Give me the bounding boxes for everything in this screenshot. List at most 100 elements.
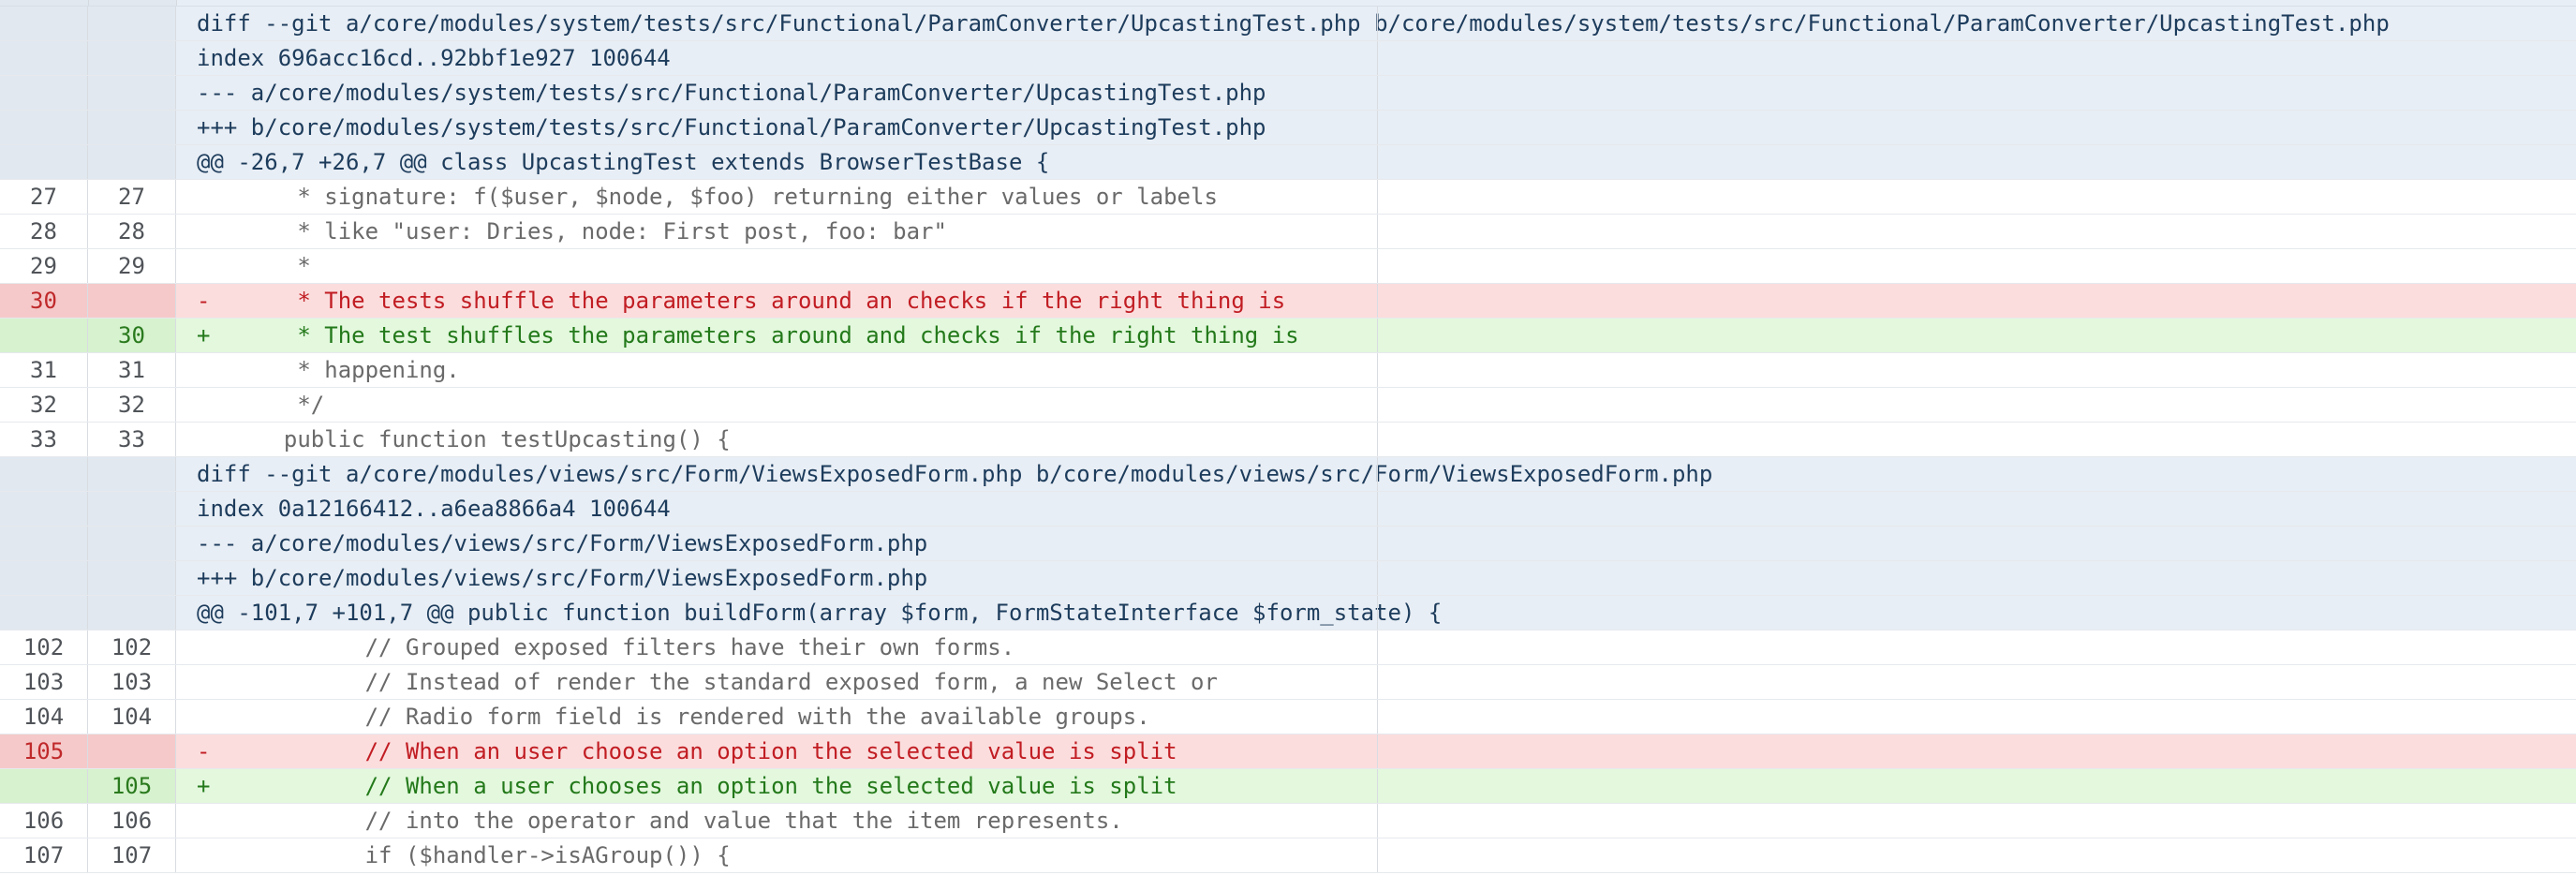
diff-line-context[interactable]: 104 104 // Radio form field is rendered w…	[0, 700, 2576, 734]
diff-line-add[interactable]: 105 + // When a user chooses an option th…	[0, 769, 2576, 804]
line-text: public function testUpcasting() {	[257, 426, 731, 452]
new-line-number	[88, 41, 176, 75]
old-line-number: 30	[0, 284, 88, 318]
new-line-number	[88, 76, 176, 110]
change-marker: +	[197, 773, 211, 799]
new-line-number	[88, 457, 176, 491]
column-divider	[1377, 457, 1378, 491]
new-line-number: 107	[88, 838, 176, 872]
diff-line-context[interactable]: 33 33 public function testUpcasting() {	[0, 423, 2576, 457]
line-text: // Radio form field is rendered with the…	[257, 704, 1150, 730]
new-line-number	[88, 734, 176, 768]
old-line-number	[0, 527, 88, 560]
old-line-number	[0, 7, 88, 40]
diff-line-header[interactable]: @@ -101,7 +101,7 @@ public function buil…	[0, 596, 2576, 630]
new-line-number: 104	[88, 700, 176, 734]
line-text: +++ b/core/modules/system/tests/src/Func…	[197, 114, 1266, 141]
diff-line-header[interactable]: index 696acc16cd..92bbf1e927 100644	[0, 41, 2576, 76]
line-content: if ($handler->isAGroup()) {	[176, 838, 2576, 872]
new-line-number	[88, 561, 176, 595]
diff-line-add[interactable]: 30 + * The test shuffles the parameters a…	[0, 319, 2576, 353]
line-text: * like "user: Dries, node: First post, f…	[257, 218, 947, 245]
new-line-number: 106	[88, 804, 176, 838]
line-text: // into the operator and value that the …	[257, 808, 1123, 834]
column-divider	[1377, 388, 1378, 422]
old-line-number: 103	[0, 665, 88, 699]
line-content: --- a/core/modules/views/src/Form/ViewsE…	[176, 527, 2576, 560]
diff-line-header[interactable]: diff --git a/core/modules/views/src/Form…	[0, 457, 2576, 492]
line-content: * signature: f($user, $node, $foo) retur…	[176, 180, 2576, 214]
old-line-number: 29	[0, 249, 88, 283]
new-line-number	[88, 527, 176, 560]
diff-line-header[interactable]: +++ b/core/modules/system/tests/src/Func…	[0, 111, 2576, 145]
new-line-number: 32	[88, 388, 176, 422]
line-text: diff --git a/core/modules/system/tests/s…	[197, 10, 2390, 37]
diff-line-header[interactable]: @@ -26,7 +26,7 @@ class UpcastingTest ex…	[0, 145, 2576, 180]
column-divider	[1377, 41, 1378, 75]
diff-line-context[interactable]: 32 32 */	[0, 388, 2576, 423]
old-line-number: 32	[0, 388, 88, 422]
old-line-number: 106	[0, 804, 88, 838]
line-text: *	[257, 253, 311, 279]
diff-line-context[interactable]: 102 102 // Grouped exposed filters have t…	[0, 630, 2576, 665]
new-line-number: 105	[88, 769, 176, 803]
diff-line-header[interactable]: --- a/core/modules/system/tests/src/Func…	[0, 76, 2576, 111]
diff-line-context[interactable]: 27 27 * signature: f($user, $node, $foo) …	[0, 180, 2576, 215]
column-divider	[1377, 630, 1378, 664]
old-line-number: 107	[0, 838, 88, 872]
line-text: if ($handler->isAGroup()) {	[257, 842, 731, 868]
line-content: // Radio form field is rendered with the…	[176, 700, 2576, 734]
new-line-number: 29	[88, 249, 176, 283]
line-text: +++ b/core/modules/views/src/Form/ViewsE…	[197, 565, 928, 591]
diff-line-context[interactable]: 28 28 * like "user: Dries, node: First po…	[0, 215, 2576, 249]
diff-view: diff --git a/core/modules/system/tests/s…	[0, 0, 2576, 890]
new-line-number	[88, 492, 176, 526]
column-divider	[1377, 7, 1378, 40]
line-content: diff --git a/core/modules/system/tests/s…	[176, 7, 2576, 40]
column-divider	[1377, 769, 1378, 803]
diff-line-header[interactable]: +++ b/core/modules/views/src/Form/ViewsE…	[0, 561, 2576, 596]
new-line-number: 30	[88, 319, 176, 352]
line-text: --- a/core/modules/views/src/Form/ViewsE…	[197, 530, 928, 556]
column-divider	[1377, 700, 1378, 734]
diff-line-header[interactable]: index 0a12166412..a6ea8866a4 100644	[0, 492, 2576, 527]
diff-rows: diff --git a/core/modules/system/tests/s…	[0, 7, 2576, 873]
line-content: + // When a user chooses an option the s…	[176, 769, 2576, 803]
diff-line-context[interactable]: 107 107 if ($handler->isAGroup()) {	[0, 838, 2576, 873]
diff-line-context[interactable]: 103 103 // Instead of render the standard…	[0, 665, 2576, 700]
new-line-number	[88, 111, 176, 144]
column-divider	[1377, 804, 1378, 838]
gutter-new-cap	[89, 0, 177, 6]
line-content: --- a/core/modules/system/tests/src/Func…	[176, 76, 2576, 110]
diff-line-context[interactable]: 31 31 * happening.	[0, 353, 2576, 388]
line-text: * happening.	[257, 357, 460, 383]
line-text: * signature: f($user, $node, $foo) retur…	[257, 184, 1218, 210]
line-content: public function testUpcasting() {	[176, 423, 2576, 456]
line-text: index 696acc16cd..92bbf1e927 100644	[197, 45, 671, 71]
diff-line-context[interactable]: 29 29 *	[0, 249, 2576, 284]
new-line-number: 103	[88, 665, 176, 699]
column-divider	[1377, 111, 1378, 144]
line-content: */	[176, 388, 2576, 422]
line-text: // When a user chooses an option the sel…	[257, 773, 1177, 799]
new-line-number: 31	[88, 353, 176, 387]
old-line-number: 102	[0, 630, 88, 664]
old-line-number	[0, 457, 88, 491]
old-line-number	[0, 319, 88, 352]
column-divider	[1377, 353, 1378, 387]
column-divider	[1377, 215, 1378, 248]
diff-line-context[interactable]: 106 106 // into the operator and value th…	[0, 804, 2576, 838]
new-line-number: 28	[88, 215, 176, 248]
column-divider	[1377, 319, 1378, 352]
diff-line-header[interactable]: --- a/core/modules/views/src/Form/ViewsE…	[0, 527, 2576, 561]
column-divider	[1377, 423, 1378, 456]
line-content: // into the operator and value that the …	[176, 804, 2576, 838]
old-line-number	[0, 769, 88, 803]
column-divider	[1377, 561, 1378, 595]
diff-line-header[interactable]: diff --git a/core/modules/system/tests/s…	[0, 7, 2576, 41]
diff-line-del[interactable]: 30 - * The tests shuffle the parameters a…	[0, 284, 2576, 319]
diff-line-del[interactable]: 105 - // When an user choose an option th…	[0, 734, 2576, 769]
old-line-number	[0, 76, 88, 110]
new-line-number	[88, 7, 176, 40]
old-line-number	[0, 111, 88, 144]
